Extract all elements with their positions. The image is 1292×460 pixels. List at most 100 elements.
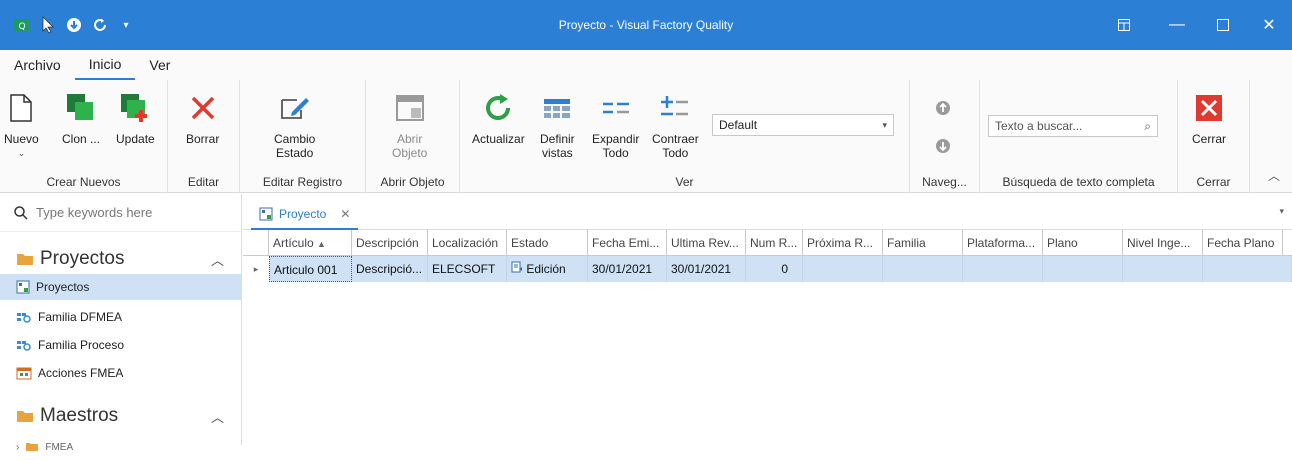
view-select[interactable]: Default ▾ [712, 114, 894, 136]
group-editar-registro: Cambio Estado Editar Registro [240, 80, 366, 193]
column-header-fecha-emision[interactable]: Fecha Emi... [588, 230, 667, 256]
section-maestros[interactable]: Maestros ︿ [0, 401, 242, 431]
clon-label: Clon ... [62, 132, 101, 146]
layout-icon[interactable] [1094, 0, 1154, 50]
cell-estado[interactable]: Edición [507, 256, 588, 282]
text-search-input[interactable]: Texto a buscar... ⌕ [988, 115, 1158, 137]
expandir-label-1: Expandir [592, 132, 640, 146]
text-search-placeholder: Texto a buscar... [995, 119, 1083, 133]
customize-dropdown-icon[interactable]: ▾ [116, 15, 136, 35]
contraer-todo-button[interactable]: Contraer Todo [652, 88, 699, 160]
maximize-icon[interactable] [1200, 0, 1246, 50]
close-tab-icon[interactable]: ✕ [340, 207, 350, 221]
actualizar-button[interactable]: Actualizar [472, 88, 525, 146]
family-icon [17, 313, 31, 323]
window-controls: — ✕ [1094, 0, 1292, 50]
group-label-abrir: Abrir Objeto [380, 175, 445, 189]
clon-button[interactable]: Clon ... [62, 88, 100, 146]
row-expand-icon[interactable]: ▸ [243, 256, 269, 282]
tab-proyecto-label: Proyecto [279, 207, 327, 221]
quick-access-toolbar: Q ▾ [0, 15, 136, 35]
column-header-plataforma[interactable]: Plataforma... [963, 230, 1043, 256]
edit-document-icon [511, 261, 522, 273]
tab-archivo[interactable]: Archivo [0, 50, 75, 80]
column-header-fecha-plano[interactable]: Fecha Plano [1203, 230, 1283, 256]
ribbon: Nuevo ⌄ Clon ... Update Crear Nuevos Bor… [0, 80, 1292, 193]
tab-ver[interactable]: Ver [135, 50, 184, 80]
projects-icon [259, 207, 273, 221]
cell-articulo[interactable]: Articulo 001 [269, 256, 352, 282]
cell-ultima-revision[interactable]: 30/01/2021 [667, 256, 746, 282]
nav-up-icon[interactable] [935, 100, 951, 119]
borrar-label: Borrar [186, 132, 220, 146]
definir-vistas-button[interactable]: Definir vistas [540, 88, 575, 160]
group-naveg: Naveg... [910, 80, 980, 193]
column-header-localizacion[interactable]: Localización [428, 230, 507, 256]
nuevo-button[interactable]: Nuevo ⌄ [4, 88, 39, 160]
refresh-icon [482, 88, 514, 128]
sidebar-item-proyectos[interactable]: Proyectos [0, 274, 242, 300]
ribbon-tabs: Archivo Inicio Ver [0, 50, 1292, 80]
tab-proyecto[interactable]: Proyecto ✕ [251, 200, 359, 230]
cursor-icon[interactable] [38, 15, 58, 35]
minimize-icon[interactable]: — [1154, 0, 1200, 50]
sidebar: Type keywords here Proyectos ︿ Proyectos… [0, 194, 242, 453]
sidebar-item-fmea[interactable]: › FMEA [0, 434, 242, 460]
sidebar-item-label: Familia Proceso [38, 338, 125, 352]
nav-down-icon[interactable] [935, 138, 951, 157]
cell-fecha-plano[interactable] [1203, 256, 1292, 282]
table-row[interactable]: ▸ Articulo 001 Descripció... ELECSOFT Ed… [243, 256, 1292, 282]
chevron-down-icon: ▾ [882, 119, 887, 130]
grid-view-icon [541, 88, 573, 128]
clone-icon [65, 88, 97, 128]
column-header-nivel-ingenieria[interactable]: Nivel Inge... [1123, 230, 1203, 256]
section-proyectos[interactable]: Proyectos ︿ [0, 244, 242, 274]
column-header-articulo[interactable]: Artículo ▲ [269, 230, 352, 256]
cell-plano[interactable] [1043, 256, 1123, 282]
expandir-todo-button[interactable]: Expandir Todo [592, 88, 639, 160]
cambio-estado-button[interactable]: Cambio Estado [274, 88, 315, 160]
cell-estado-label: Edición [526, 262, 566, 276]
sidebar-search-input[interactable]: Type keywords here [0, 194, 242, 232]
expand-all-icon [600, 88, 632, 128]
cell-fecha-emision[interactable]: 30/01/2021 [588, 256, 667, 282]
close-icon[interactable]: ✕ [1246, 0, 1292, 50]
cell-familia[interactable] [883, 256, 963, 282]
definir-label-1: Definir [540, 132, 575, 146]
edit-status-icon [279, 88, 311, 128]
update-icon [119, 88, 151, 128]
cell-nivel-ingenieria[interactable] [1123, 256, 1203, 282]
column-header-num-revision[interactable]: Num R... [746, 230, 803, 256]
column-header-descripcion[interactable]: Descripción [352, 230, 428, 256]
column-header-plano[interactable]: Plano [1043, 230, 1123, 256]
cell-descripcion[interactable]: Descripció... [352, 256, 428, 282]
cell-num-revision[interactable]: 0 [746, 256, 803, 282]
column-header-ultima-revision[interactable]: Ultima Rev... [667, 230, 746, 256]
column-header-familia[interactable]: Familia [883, 230, 963, 256]
projects-icon [16, 280, 30, 294]
cerrar-button[interactable]: Cerrar [1192, 88, 1226, 146]
folder-icon [26, 443, 39, 451]
column-header-proxima-revision[interactable]: Próxima R... [803, 230, 883, 256]
tab-inicio[interactable]: Inicio [74, 50, 136, 80]
abrir-objeto-button[interactable]: Abrir Objeto [392, 88, 427, 160]
sidebar-item-familia-dfmea[interactable]: Familia DFMEA [0, 304, 242, 330]
sidebar-item-familia-proceso[interactable]: Familia Proceso [0, 332, 242, 358]
column-header-estado[interactable]: Estado [507, 230, 588, 256]
grid-header: Artículo ▲ Descripción Localización Esta… [243, 230, 1292, 256]
cell-plataforma[interactable] [963, 256, 1043, 282]
refresh-icon[interactable] [90, 15, 110, 35]
collapse-ribbon-icon[interactable]: ︿ [1268, 167, 1280, 184]
group-label-cerrar: Cerrar [1196, 175, 1231, 189]
sort-ascending-icon: ▲ [317, 239, 326, 249]
sidebar-item-acciones-fmea[interactable]: Acciones FMEA [0, 360, 242, 386]
borrar-button[interactable]: Borrar [186, 88, 219, 146]
update-button[interactable]: Update [116, 88, 155, 146]
title-bar: Q ▾ Proyecto - Visual Factory Quality — … [0, 0, 1292, 50]
actualizar-label: Actualizar [472, 132, 525, 146]
cell-localizacion[interactable]: ELECSOFT [428, 256, 507, 282]
app-logo-icon[interactable]: Q [12, 15, 32, 35]
cell-proxima-revision[interactable] [803, 256, 883, 282]
tab-list-dropdown-icon[interactable]: ▾ [1279, 206, 1284, 217]
download-icon[interactable] [64, 15, 84, 35]
